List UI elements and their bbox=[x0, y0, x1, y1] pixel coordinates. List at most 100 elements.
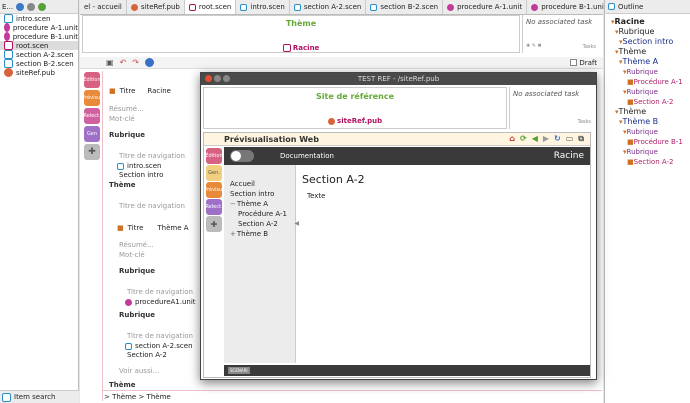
site-file-ref[interactable]: siteRef.pub bbox=[204, 117, 506, 125]
outline-node[interactable]: ▾Racine bbox=[611, 17, 690, 27]
editor-tab[interactable]: section A-2.scen bbox=[290, 0, 367, 14]
motcle-field-2[interactable]: Mot-clé bbox=[119, 251, 145, 259]
file-item[interactable]: siteRef.pub bbox=[0, 68, 78, 77]
motcle-field[interactable]: Mot-clé bbox=[109, 115, 135, 123]
file-item[interactable]: root.scen bbox=[0, 41, 78, 50]
header-root[interactable]: Racine bbox=[83, 44, 519, 52]
nav-item[interactable]: +Thème B bbox=[224, 229, 295, 239]
redo-icon[interactable]: ↷ bbox=[132, 58, 139, 67]
outline-node[interactable]: ▾Thème bbox=[611, 107, 690, 117]
breadcrumb[interactable]: > Thème > Thème bbox=[102, 390, 602, 402]
file-item[interactable]: intro.scen bbox=[0, 14, 78, 23]
window-icon[interactable]: ▭ bbox=[566, 134, 574, 144]
refresh-icon[interactable] bbox=[16, 2, 25, 11]
expand-icon[interactable]: ■ bbox=[627, 78, 634, 86]
home-icon[interactable]: ⌂ bbox=[509, 134, 515, 144]
menu-icon[interactable] bbox=[27, 2, 36, 11]
p-preview-button[interactable]: Prévisu. bbox=[204, 182, 224, 198]
file-item[interactable]: procedure A-1.unit bbox=[0, 23, 78, 32]
proc-ref[interactable]: procedureA1.unit bbox=[125, 298, 196, 306]
back-icon[interactable]: ◀ bbox=[532, 134, 538, 144]
outline-node[interactable]: ▾Rubrique bbox=[611, 147, 690, 157]
expand-icon[interactable]: ■ bbox=[627, 158, 634, 166]
editor-tab[interactable]: section B-2.scen bbox=[366, 0, 444, 14]
titre-nav-1[interactable]: Titre de navigation bbox=[119, 152, 185, 160]
resume-field-2[interactable]: Résumé... bbox=[119, 241, 154, 249]
expand-icon[interactable]: ■ bbox=[627, 138, 634, 146]
rubrique-3-label[interactable]: Rubrique bbox=[119, 311, 155, 319]
outline-node[interactable]: ▾Thème bbox=[611, 47, 690, 57]
editor-tab[interactable]: procedure B-1.unit bbox=[527, 0, 612, 14]
popout-icon[interactable]: ⧉ bbox=[578, 134, 584, 144]
forward-icon[interactable]: ▶ bbox=[543, 134, 549, 144]
draft-checkbox[interactable] bbox=[570, 59, 578, 66]
outline-node[interactable]: ▾Rubrique bbox=[611, 67, 690, 77]
intro-ref[interactable]: intro.scen bbox=[117, 162, 161, 170]
add-mode-icon[interactable]: ✚ bbox=[84, 144, 100, 160]
nav-item[interactable]: Procédure A-1 bbox=[224, 209, 295, 219]
draft-toggle[interactable]: Draft bbox=[570, 59, 597, 67]
window-titlebar[interactable]: TEST REF - /siteRef.pub bbox=[201, 73, 596, 85]
add-icon[interactable] bbox=[38, 2, 47, 11]
rubrique-1-label[interactable]: Rubrique bbox=[109, 131, 145, 139]
outline-node[interactable]: ▾Rubrique bbox=[611, 127, 690, 137]
maximize-icon[interactable] bbox=[223, 75, 230, 82]
outline-node[interactable]: ■Procédure A-1 bbox=[611, 77, 690, 87]
help-icon[interactable] bbox=[144, 58, 154, 67]
titre-nav-4[interactable]: Titre de navigation bbox=[127, 332, 193, 340]
sync-icon[interactable]: ⟳ bbox=[520, 134, 527, 144]
titre-nav-3[interactable]: Titre de navigation bbox=[127, 288, 193, 296]
nav-item[interactable]: Section intro bbox=[224, 189, 295, 199]
sec-ref[interactable]: section A-2.scen bbox=[125, 342, 193, 350]
task-box[interactable]: No associated task ✚ ✎ ✖ Tasks bbox=[522, 15, 600, 53]
edit-mode-button[interactable]: Édition bbox=[83, 72, 101, 88]
file-item[interactable]: section B-2.scen bbox=[0, 59, 78, 68]
save-icon[interactable]: ▣ bbox=[106, 58, 114, 67]
p-edit-button[interactable]: Édition bbox=[205, 148, 223, 164]
outline-node[interactable]: ▾Rubrique bbox=[611, 87, 690, 97]
refresh-icon[interactable]: ↻ bbox=[554, 134, 561, 144]
tree-toggle-icon[interactable]: − bbox=[230, 200, 236, 208]
outline-node[interactable]: ■Procédure B-1 bbox=[611, 137, 690, 147]
editor-tab[interactable]: procedure A-1.unit bbox=[443, 0, 528, 14]
file-item[interactable]: procedure B-1.unit bbox=[0, 32, 78, 41]
p-gen-button[interactable]: Gen. bbox=[206, 165, 222, 181]
resume-field[interactable]: Résumé... bbox=[109, 105, 144, 113]
titre-field[interactable]: ■ Titre Racine bbox=[109, 87, 171, 95]
preview-mode-button[interactable]: Prévisu. bbox=[82, 90, 102, 106]
gen-mode-button[interactable]: Gen bbox=[84, 126, 100, 142]
theme-2-label[interactable]: Thème bbox=[109, 381, 136, 389]
outline-node[interactable]: ▾Rubrique bbox=[611, 27, 690, 37]
nav-item[interactable]: −Thème A bbox=[224, 199, 295, 209]
editor-tab[interactable]: el - accueil bbox=[80, 0, 127, 14]
outline-node[interactable]: ■Section A-2 bbox=[611, 97, 690, 107]
review-mode-button[interactable]: Relect. bbox=[83, 108, 101, 124]
outline-node[interactable]: ▾Thème B bbox=[611, 117, 690, 127]
p-add-icon[interactable]: ✚ bbox=[206, 216, 222, 232]
tree-toggle-icon[interactable]: + bbox=[230, 230, 236, 238]
p-review-button[interactable]: Relect. bbox=[205, 199, 223, 215]
editor-tab[interactable]: intro.scen bbox=[236, 0, 290, 14]
documentation-label[interactable]: Documentation bbox=[280, 152, 334, 160]
outline-node[interactable]: ▾Section intro bbox=[611, 37, 690, 47]
expand-icon[interactable]: ■ bbox=[627, 98, 634, 106]
task-tools[interactable]: ✚ ✎ ✖ bbox=[526, 43, 542, 49]
rubrique-2-label[interactable]: Rubrique bbox=[119, 267, 155, 275]
theme-1-label[interactable]: Thème bbox=[109, 181, 136, 189]
file-item[interactable]: section A-2.scen bbox=[0, 50, 78, 59]
menu-toggle[interactable] bbox=[230, 150, 254, 162]
nav-item[interactable]: Accueil bbox=[224, 179, 295, 189]
outline-node[interactable]: ■Section A-2 bbox=[611, 157, 690, 167]
outline-node[interactable]: ▾Thème A bbox=[611, 57, 690, 67]
racine-label[interactable]: Racine bbox=[554, 151, 584, 161]
item-search-tab[interactable]: Item search bbox=[0, 390, 79, 403]
editor-tab[interactable]: root.scen bbox=[184, 0, 237, 14]
editor-tab[interactable]: siteRef.pub bbox=[127, 0, 185, 14]
test-task-box[interactable]: No associated task Tasks bbox=[509, 87, 595, 129]
nav-item[interactable]: Section A-2 ◀ bbox=[224, 219, 299, 229]
theme-titre-field[interactable]: ■ Titre Thème A bbox=[117, 224, 189, 232]
titre-nav-2[interactable]: Titre de navigation bbox=[119, 202, 185, 210]
minimize-icon[interactable] bbox=[214, 75, 221, 82]
voir-field[interactable]: Voir aussi... bbox=[119, 367, 159, 375]
undo-icon[interactable]: ↶ bbox=[120, 58, 127, 67]
